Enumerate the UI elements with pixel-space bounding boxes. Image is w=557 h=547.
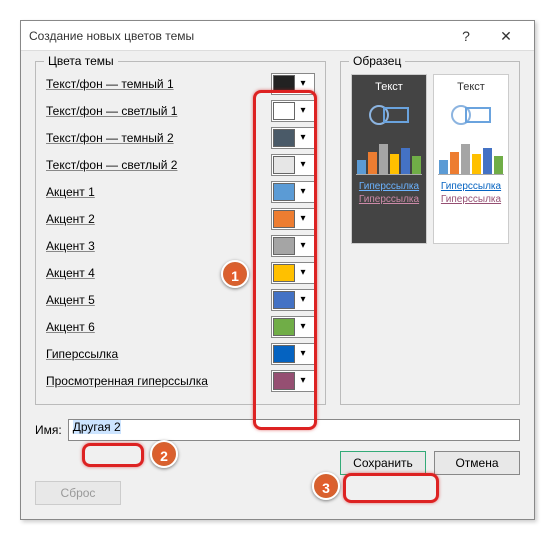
sample-text-label: Текст [438, 81, 504, 93]
chevron-down-icon: ▾ [295, 78, 311, 89]
color-picker-button[interactable]: ▾ [271, 289, 315, 311]
color-label[interactable]: Текст/фон — светлый 2 [46, 158, 271, 172]
color-picker-button[interactable]: ▾ [271, 343, 315, 365]
chevron-down-icon: ▾ [295, 186, 311, 197]
theme-colors-title: Цвета темы [44, 54, 118, 68]
chevron-down-icon: ▾ [295, 348, 311, 359]
color-swatch [273, 345, 295, 363]
color-row: Текст/фон — светлый 2 ▾ [46, 151, 315, 178]
color-swatch [273, 237, 295, 255]
sample-visited: Гиперссылка [356, 194, 422, 205]
color-swatch [273, 210, 295, 228]
color-picker-button[interactable]: ▾ [271, 262, 315, 284]
help-button[interactable]: ? [446, 22, 486, 50]
color-label[interactable]: Текст/фон — темный 1 [46, 77, 271, 91]
dialog-title: Создание новых цветов темы [29, 29, 446, 43]
sample-dark: Текст Гиперссылка Гиперссылка [351, 74, 427, 244]
color-picker-button[interactable]: ▾ [271, 127, 315, 149]
color-row: Акцент 2 ▾ [46, 205, 315, 232]
color-row: Акцент 6 ▾ [46, 313, 315, 340]
color-label[interactable]: Просмотренная гиперссылка [46, 374, 271, 388]
color-picker-button[interactable]: ▾ [271, 100, 315, 122]
chevron-down-icon: ▾ [295, 132, 311, 143]
color-label[interactable]: Акцент 2 [46, 212, 271, 226]
theme-colors-group: Цвета темы Текст/фон — темный 1▾Текст/фо… [35, 61, 326, 405]
color-label[interactable]: Акцент 4 [46, 266, 271, 280]
color-picker-button[interactable]: ▾ [271, 73, 315, 95]
color-row: Гиперссылка ▾ [46, 340, 315, 367]
color-row: Просмотренная гиперссылка ▾ [46, 367, 315, 394]
sample-hyperlink: Гиперссылка [438, 181, 504, 192]
color-swatch [273, 291, 295, 309]
color-list: Текст/фон — темный 1▾Текст/фон — светлый… [46, 70, 315, 394]
color-row: Текст/фон — темный 1 ▾ [46, 70, 315, 97]
chevron-down-icon: ▾ [295, 105, 311, 116]
color-swatch [273, 183, 295, 201]
color-row: Акцент 4 ▾ [46, 259, 315, 286]
color-picker-button[interactable]: ▾ [271, 235, 315, 257]
color-picker-button[interactable]: ▾ [271, 181, 315, 203]
chevron-down-icon: ▾ [295, 267, 311, 278]
color-picker-button[interactable]: ▾ [271, 316, 315, 338]
color-label[interactable]: Акцент 3 [46, 239, 271, 253]
dialog-content: Цвета темы Текст/фон — темный 1▾Текст/фо… [21, 51, 534, 485]
name-row: Имя: Другая 2 [35, 419, 520, 441]
color-label[interactable]: Текст/фон — темный 2 [46, 131, 271, 145]
color-swatch [273, 372, 295, 390]
color-swatch [273, 129, 295, 147]
chevron-down-icon: ▾ [295, 375, 311, 386]
chevron-down-icon: ▾ [295, 213, 311, 224]
color-label[interactable]: Акцент 5 [46, 293, 271, 307]
name-input[interactable]: Другая 2 [68, 419, 520, 441]
color-swatch [273, 75, 295, 93]
color-label[interactable]: Акцент 1 [46, 185, 271, 199]
chevron-down-icon: ▾ [295, 294, 311, 305]
color-picker-button[interactable]: ▾ [271, 154, 315, 176]
sample-visited: Гиперссылка [438, 194, 504, 205]
color-picker-button[interactable]: ▾ [271, 208, 315, 230]
save-button[interactable]: Сохранить [340, 451, 426, 475]
color-picker-button[interactable]: ▾ [271, 370, 315, 392]
color-swatch [273, 264, 295, 282]
sample-title: Образец [349, 54, 405, 68]
sample-light: Текст Гиперссылка Гиперссылка [433, 74, 509, 244]
name-label: Имя: [35, 423, 62, 437]
chevron-down-icon: ▾ [295, 321, 311, 332]
color-label[interactable]: Гиперссылка [46, 347, 271, 361]
color-row: Текст/фон — темный 2 ▾ [46, 124, 315, 151]
color-row: Акцент 5 ▾ [46, 286, 315, 313]
sample-hyperlink: Гиперссылка [356, 181, 422, 192]
sample-group: Образец Текст Гиперссылка [340, 61, 520, 405]
color-label[interactable]: Акцент 6 [46, 320, 271, 334]
color-label[interactable]: Текст/фон — светлый 1 [46, 104, 271, 118]
sample-text-label: Текст [356, 81, 422, 93]
chevron-down-icon: ▾ [295, 240, 311, 251]
color-swatch [273, 102, 295, 120]
close-button[interactable]: ✕ [486, 22, 526, 50]
cancel-button[interactable]: Отмена [434, 451, 520, 475]
color-row: Акцент 1 ▾ [46, 178, 315, 205]
reset-button: Сброс [35, 481, 121, 505]
color-row: Акцент 3 ▾ [46, 232, 315, 259]
color-row: Текст/фон — светлый 1 ▾ [46, 97, 315, 124]
color-swatch [273, 156, 295, 174]
chevron-down-icon: ▾ [295, 159, 311, 170]
dialog-window: Создание новых цветов темы ? ✕ Цвета тем… [20, 20, 535, 520]
color-swatch [273, 318, 295, 336]
titlebar: Создание новых цветов темы ? ✕ [21, 21, 534, 51]
